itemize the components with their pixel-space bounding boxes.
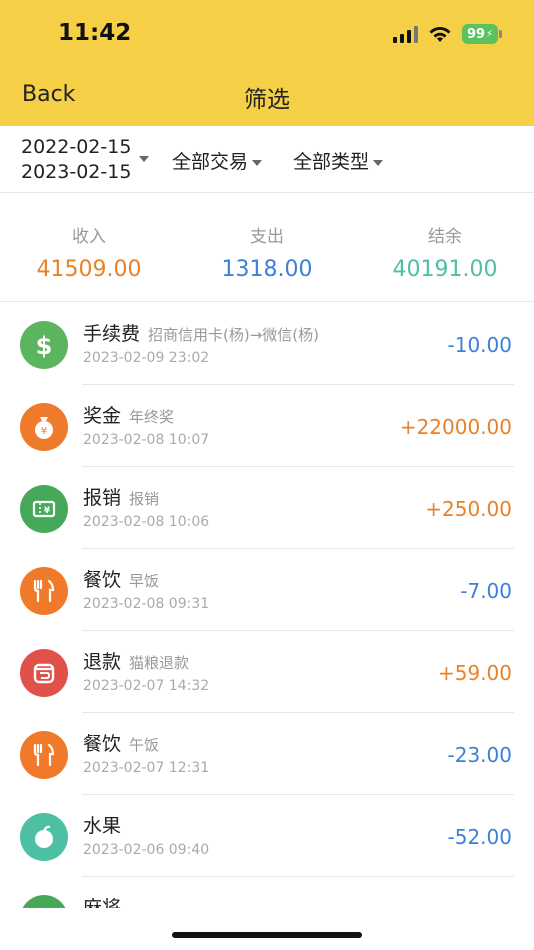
category-label: 手续费 [83, 323, 141, 345]
transaction-category: 麻将 [83, 893, 121, 908]
wifi-icon [429, 27, 451, 42]
cellular-signal-icon [393, 25, 418, 43]
transaction-amount: -10.00 [447, 333, 512, 357]
balance-summary: 结余 40191.00 [356, 194, 534, 301]
transaction-amount: -52.00 [447, 825, 512, 849]
svg-text:¥: ¥ [44, 506, 51, 516]
chevron-down-icon [139, 156, 149, 162]
income-label: 收入 [72, 227, 106, 247]
transaction-note: 午饭 [129, 736, 160, 754]
category-label: 奖金 [83, 405, 122, 427]
transaction-note: 猫粮退款 [129, 654, 190, 672]
list-item[interactable]: 麻将 [0, 877, 534, 908]
transaction-category: 奖金 年终奖 [83, 401, 174, 428]
income-summary: 收入 41509.00 [0, 194, 178, 301]
filter-bar: 2022-02-15 2023-02-15 全部交易 全部类型 [0, 126, 534, 193]
money-bag-icon: ¥ [20, 403, 68, 451]
list-item[interactable]: 水果 2023-02-06 09:40 -52.00 [0, 795, 534, 877]
income-value: 41509.00 [36, 257, 142, 282]
transaction-amount: +59.00 [437, 661, 512, 685]
transaction-category: 报销 报销 [83, 483, 159, 510]
status-time: 11:42 [58, 20, 132, 46]
list-item[interactable]: 退款 猫粮退款 2023-02-07 14:32 +59.00 [0, 631, 534, 713]
receipt-icon: ¥ [20, 485, 68, 533]
expense-summary: 支出 1318.00 [178, 194, 356, 301]
category-label: 水果 [83, 815, 122, 837]
type-filter-dropdown[interactable]: 全部类型 [293, 147, 384, 174]
transaction-note: 报销 [129, 490, 160, 508]
transaction-category: 水果 [83, 811, 121, 838]
dollar-icon: $ [20, 321, 68, 369]
transaction-category: 餐饮 午饭 [83, 729, 159, 756]
list-item[interactable]: ¥ 报销 报销 2023-02-08 10:06 +250.00 [0, 467, 534, 549]
list-item[interactable]: 餐饮 早饭 2023-02-08 09:31 -7.00 [0, 549, 534, 631]
category-label: 餐饮 [83, 733, 122, 755]
transaction-category: 退款 猫粮退款 [83, 647, 189, 674]
expense-label: 支出 [250, 227, 284, 247]
category-label: 报销 [83, 487, 122, 509]
transaction-time: 2023-02-06 09:40 [83, 842, 210, 858]
mahjong-icon [20, 895, 68, 908]
transaction-amount: -23.00 [447, 743, 512, 767]
nav-header: 11:42 99 ⚡ Back 筛选 [0, 0, 534, 126]
transaction-time: 2023-02-08 09:31 [83, 596, 210, 612]
start-date: 2022-02-15 [21, 136, 132, 158]
category-label: 退款 [83, 651, 122, 673]
transaction-time: 2023-02-07 12:31 [83, 760, 210, 776]
transaction-amount: +22000.00 [399, 415, 512, 439]
list-item[interactable]: 餐饮 午饭 2023-02-07 12:31 -23.00 [0, 713, 534, 795]
home-indicator [172, 932, 362, 938]
transaction-note: 早饭 [129, 572, 160, 590]
svg-text:$: $ [36, 332, 53, 360]
end-date: 2023-02-15 [21, 161, 132, 183]
transaction-list[interactable]: $ 手续费 招商信用卡(杨)→微信(杨) 2023-02-09 23:02 -10.00… [0, 303, 534, 908]
fruit-icon [20, 813, 68, 861]
refund-icon [20, 649, 68, 697]
transaction-filter-label: 全部交易 [172, 151, 249, 173]
list-item[interactable]: ¥ 奖金 年终奖 2023-02-08 10:07 +22000.00 [0, 385, 534, 467]
category-label: 餐饮 [83, 569, 122, 591]
chevron-down-icon [373, 159, 384, 166]
page-title: 筛选 [244, 87, 290, 113]
list-item[interactable]: $ 手续费 招商信用卡(杨)→微信(杨) 2023-02-09 23:02 -10.00 [0, 303, 534, 385]
balance-label: 结余 [428, 227, 462, 247]
transaction-time: 2023-02-08 10:07 [83, 432, 210, 448]
svg-text:¥: ¥ [41, 426, 47, 437]
summary-panel: 收入 41509.00 支出 1318.00 结余 40191.00 [0, 194, 534, 302]
status-icons: 99 ⚡ [393, 24, 502, 44]
date-range-picker[interactable]: 2022-02-15 2023-02-15 [21, 135, 131, 185]
transaction-note: 招商信用卡(杨)→微信(杨) [148, 326, 319, 344]
transaction-time: 2023-02-07 14:32 [83, 678, 210, 694]
type-filter-label: 全部类型 [293, 151, 370, 173]
transaction-filter-dropdown[interactable]: 全部交易 [172, 147, 263, 174]
expense-value: 1318.00 [221, 257, 313, 282]
transaction-category: 手续费 招商信用卡(杨)→微信(杨) [83, 319, 319, 346]
category-label: 麻将 [83, 897, 122, 908]
transaction-amount: -7.00 [460, 579, 512, 603]
chevron-down-icon [252, 159, 263, 166]
transaction-amount: +250.00 [425, 497, 512, 521]
balance-value: 40191.00 [392, 257, 498, 282]
transaction-time: 2023-02-08 10:06 [83, 514, 210, 530]
transaction-time: 2023-02-09 23:02 [83, 350, 210, 366]
utensils-icon [20, 731, 68, 779]
battery-icon: 99 ⚡ [462, 24, 502, 44]
utensils-icon [20, 567, 68, 615]
transaction-category: 餐饮 早饭 [83, 565, 159, 592]
battery-level: 99 [466, 26, 486, 42]
transaction-note: 年终奖 [129, 408, 175, 426]
